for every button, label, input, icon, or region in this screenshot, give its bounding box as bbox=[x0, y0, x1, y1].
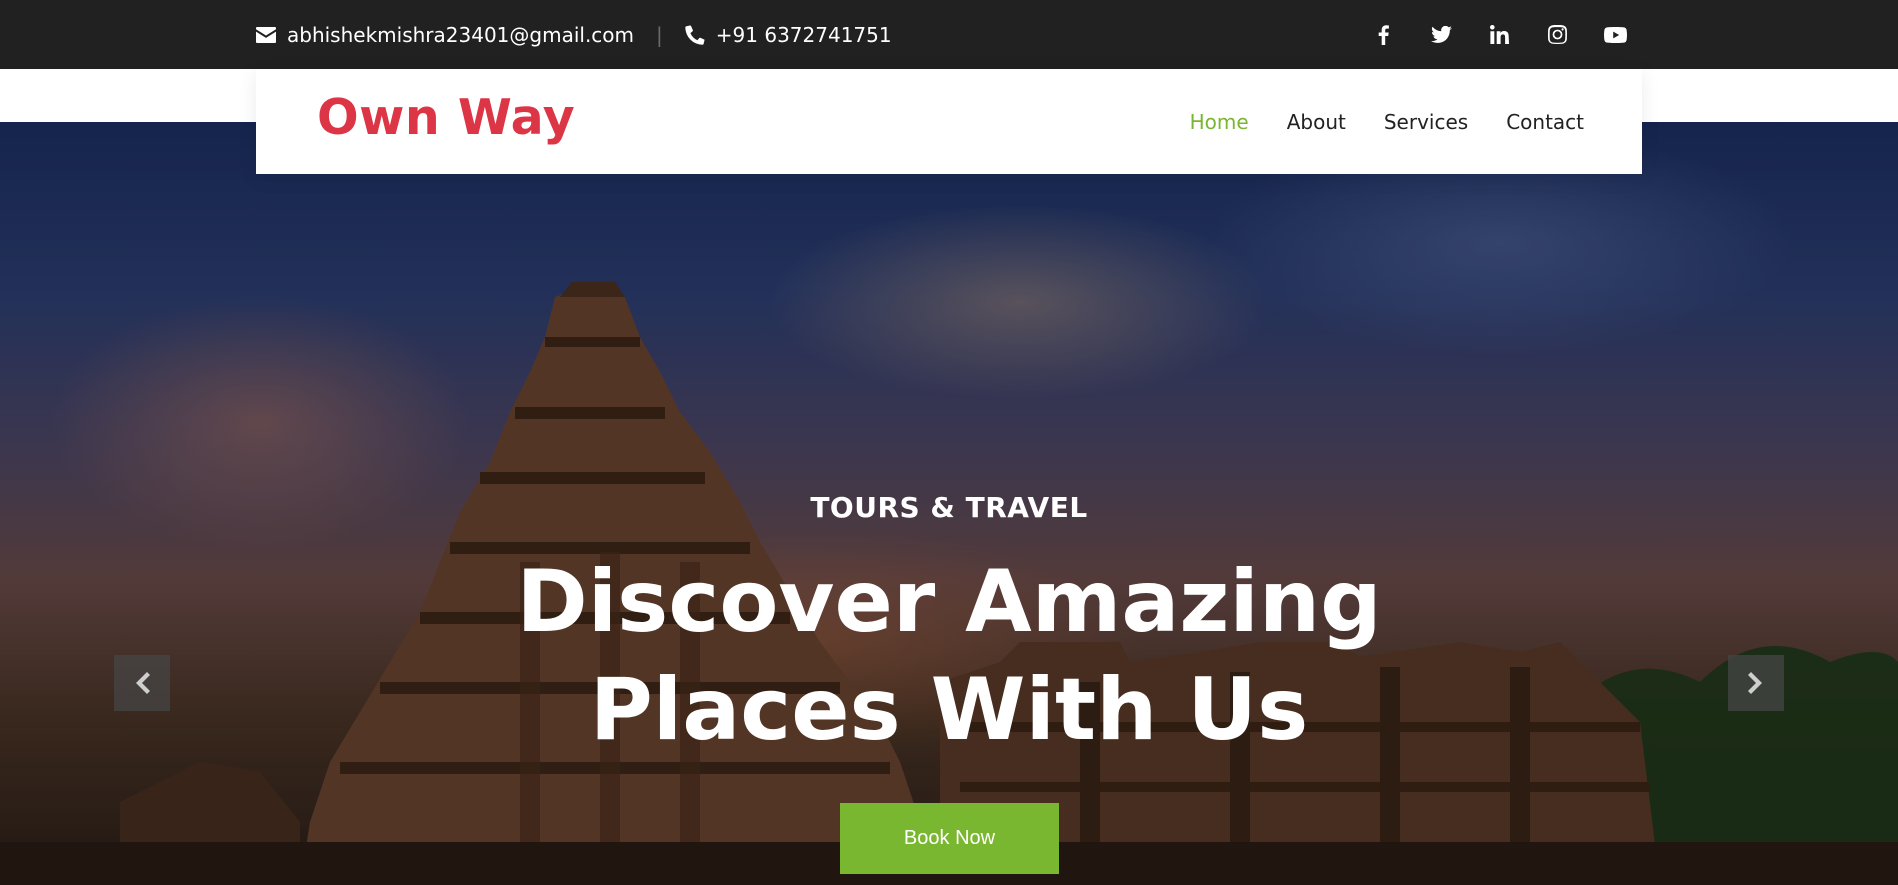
nav-about[interactable]: About bbox=[1287, 110, 1346, 134]
contact-separator: | bbox=[656, 22, 663, 47]
headline-line-2: Places With Us bbox=[589, 660, 1309, 760]
youtube-icon bbox=[1603, 26, 1627, 43]
chevron-right-icon bbox=[1748, 672, 1762, 694]
contact-info: abhishekmishra23401@gmail.com | +91 6372… bbox=[256, 0, 892, 69]
facebook-icon bbox=[1378, 24, 1389, 45]
instagram-icon bbox=[1547, 25, 1567, 44]
carousel-prev-button[interactable] bbox=[114, 655, 170, 711]
email-contact[interactable]: abhishekmishra23401@gmail.com bbox=[256, 23, 634, 47]
envelope-icon bbox=[256, 26, 276, 43]
twitter-link[interactable] bbox=[1412, 15, 1470, 55]
facebook-link[interactable] bbox=[1354, 15, 1412, 55]
main-navbar: Own Way Home About Services Contact bbox=[256, 69, 1642, 174]
chevron-left-icon bbox=[136, 672, 150, 694]
carousel-next-button[interactable] bbox=[1728, 655, 1784, 711]
phone-icon bbox=[685, 24, 705, 45]
nav-services[interactable]: Services bbox=[1384, 110, 1468, 134]
phone-text: +91 6372741751 bbox=[715, 22, 892, 47]
instagram-link[interactable] bbox=[1528, 15, 1586, 55]
site-logo[interactable]: Own Way bbox=[317, 89, 575, 146]
email-text: abhishekmishra23401@gmail.com bbox=[287, 22, 635, 47]
top-bar: abhishekmishra23401@gmail.com | +91 6372… bbox=[0, 0, 1898, 69]
hero-subtitle: TOURS & TRAVEL bbox=[810, 491, 1088, 524]
linkedin-icon bbox=[1489, 25, 1509, 44]
book-now-button[interactable]: Book Now bbox=[840, 803, 1059, 874]
phone-contact[interactable]: +91 6372741751 bbox=[685, 23, 892, 47]
headline-line-1: Discover Amazing bbox=[516, 552, 1382, 652]
nav-menu: Home About Services Contact bbox=[1152, 69, 1584, 174]
youtube-link[interactable] bbox=[1586, 15, 1644, 55]
twitter-icon bbox=[1430, 26, 1452, 43]
linkedin-link[interactable] bbox=[1470, 15, 1528, 55]
hero-headline: Discover Amazing Places With Us bbox=[0, 548, 1898, 764]
social-links bbox=[1354, 0, 1644, 69]
nav-home[interactable]: Home bbox=[1190, 110, 1249, 134]
nav-contact[interactable]: Contact bbox=[1506, 110, 1584, 134]
